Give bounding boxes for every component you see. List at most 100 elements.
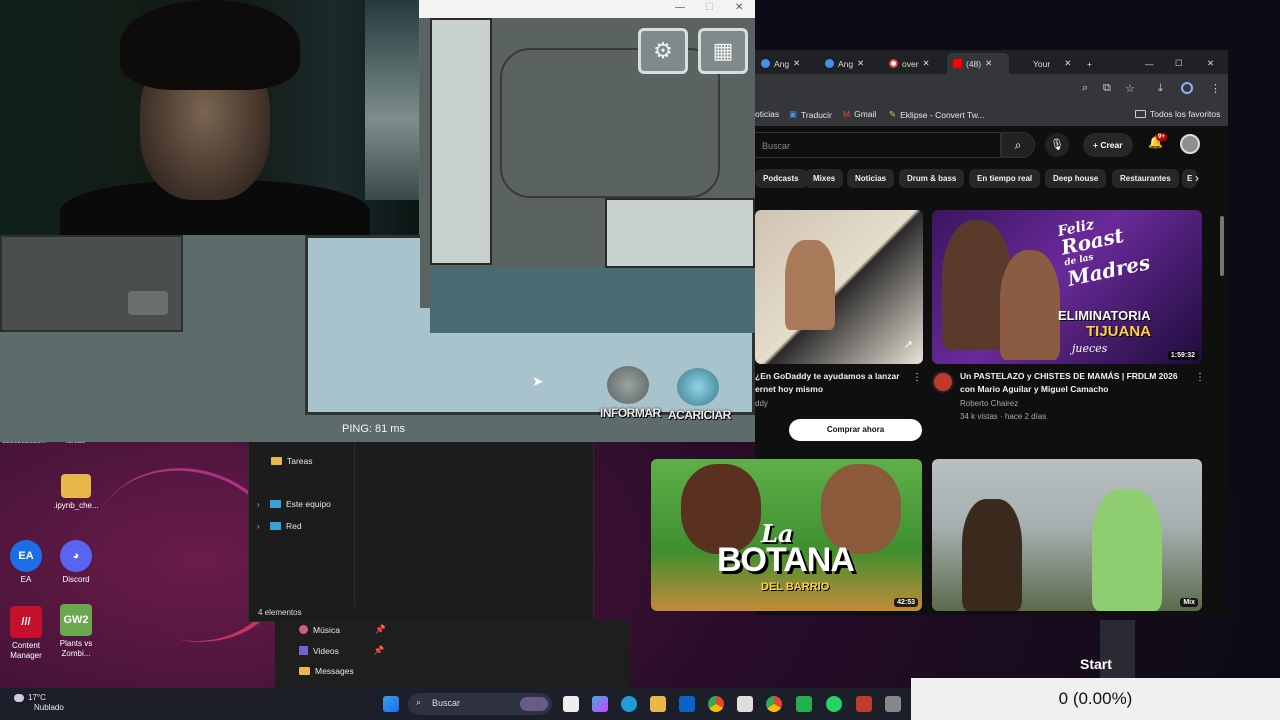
star-icon[interactable]: ☆ — [1125, 82, 1135, 95]
avatar[interactable] — [1180, 134, 1200, 154]
ipynb-folder-shortcut[interactable]: .ipynb_che... — [46, 474, 106, 511]
start-label: Start — [1080, 656, 1112, 672]
plants-vs-zombies-icon: GW2 — [60, 604, 92, 636]
tab-youtube-active[interactable]: (48) ✕ — [947, 53, 1009, 74]
search-icon: ⌕ — [416, 697, 422, 707]
video-title[interactable]: Un PASTELAZO y CHISTES DE MAMÁS | FRDLM … — [960, 370, 1188, 396]
tab-favicon — [825, 59, 834, 68]
plants-vs-zombies-shortcut[interactable]: GW2 Plants vs Zombi... — [46, 604, 106, 659]
more-options-icon[interactable]: ⋮ — [1195, 372, 1205, 383]
quick-item-messages[interactable]: Messages — [299, 666, 354, 676]
chip-en-tiempo-real[interactable]: En tiempo real — [969, 169, 1041, 188]
quick-item-videos[interactable]: Videos 📌 — [299, 645, 384, 656]
channel-avatar[interactable] — [932, 371, 954, 393]
chip-restaurantes[interactable]: Restaurantes — [1112, 169, 1179, 188]
chip-drum-bass[interactable]: Drum & bass — [899, 169, 965, 188]
chrome-profile-icon[interactable] — [766, 696, 782, 712]
map-button[interactable]: ▦ — [698, 28, 748, 74]
desktop-icon-label: Plants vs Zombi... — [59, 639, 93, 658]
tab-5[interactable]: Your ✕ — [1027, 53, 1077, 74]
video-duration: 42:53 — [894, 598, 918, 607]
video-title[interactable]: ¿En GoDaddy te ayudamos a lanzar ernet h… — [755, 370, 915, 396]
thumb-figure — [1092, 489, 1162, 611]
download-icon[interactable]: ⤓ — [1158, 82, 1163, 95]
chip-podcasts[interactable]: Podcasts — [755, 169, 807, 188]
bookmark-noticias[interactable]: oticias — [755, 109, 779, 119]
content-manager-icon: /// — [10, 606, 42, 638]
video-duration: 1:59:32 — [1167, 351, 1198, 360]
quick-item-musica[interactable]: Música 📌 — [299, 624, 386, 635]
close-icon[interactable]: ✕ — [793, 58, 800, 69]
bookmark-all-favorites[interactable]: Todos los favoritos — [1135, 109, 1220, 119]
gmail-icon: M — [843, 109, 851, 119]
outlook-icon[interactable] — [679, 696, 695, 712]
copilot-icon[interactable] — [592, 696, 608, 712]
task-view-icon[interactable] — [563, 696, 579, 712]
webcam-background-window — [365, 0, 419, 200]
google-icon — [889, 59, 898, 68]
create-button[interactable]: + Crear — [1083, 133, 1133, 157]
chevron-right-icon[interactable]: › — [1195, 171, 1199, 185]
close-icon[interactable]: ✕ — [985, 58, 992, 69]
nav-item-label: Tareas — [287, 456, 313, 466]
close-icon[interactable]: ✕ — [1064, 58, 1071, 69]
roast-judges: jueces — [1072, 342, 1108, 355]
nav-item-red[interactable]: › Red — [257, 521, 302, 531]
minimize-button[interactable]: — — [1139, 53, 1160, 74]
weather-widget[interactable]: 17°C Nublado — [14, 693, 64, 713]
minimize-button[interactable]: — — [675, 2, 685, 13]
video-thumbnail[interactable]: La BOTANA DEL BARRIO 42:53 — [651, 459, 922, 611]
report-button[interactable]: INFORMAR — [600, 366, 661, 420]
cast-icon[interactable]: ⧉ — [1103, 82, 1111, 95]
microphone-icon[interactable]: 🎙 — [1045, 133, 1069, 157]
app-icon[interactable] — [885, 696, 901, 712]
whatsapp-icon[interactable] — [826, 696, 842, 712]
nav-item-este-equipo[interactable]: › Este equipo — [257, 499, 331, 509]
video-thumbnail[interactable]: Mix — [932, 459, 1202, 611]
bookmark-gmail[interactable]: M Gmail — [843, 109, 876, 119]
maximize-button[interactable]: ☐ — [1169, 53, 1189, 74]
webcam-feed — [0, 0, 419, 235]
youtube-page: Buscar ⌕ 🎙 + Crear 🔔 9+ Podcasts Mixes N… — [651, 126, 1228, 615]
nav-item-tareas[interactable]: Tareas — [271, 456, 313, 466]
file-explorer-icon[interactable] — [650, 696, 666, 712]
video-thumbnail[interactable]: Feliz Roast de las Madres ELIMINATORIA T… — [932, 210, 1202, 364]
tab-label: Ang — [838, 58, 854, 69]
bookmark-traducir[interactable]: ▣ Traducir — [789, 109, 832, 120]
video-thumbnail[interactable]: ↗ — [755, 210, 923, 364]
search-icon[interactable]: ⌕ — [1001, 132, 1035, 158]
pet-button[interactable]: ACARICIAR — [668, 368, 731, 422]
chip-mixes[interactable]: Mixes — [805, 169, 844, 188]
buy-now-button[interactable]: Comprar ahora — [789, 419, 922, 441]
maximize-button[interactable]: ☐ — [705, 2, 714, 13]
discord-shortcut[interactable]: ◕ Discord — [46, 540, 106, 585]
zoom-icon[interactable]: ⌕ — [1082, 82, 1088, 95]
game-app-icon[interactable] — [796, 696, 812, 712]
chip-noticias[interactable]: Noticias — [847, 169, 895, 188]
taskbar-search[interactable]: ⌕ Buscar — [408, 693, 552, 715]
tab-2[interactable]: Ang ✕ — [819, 53, 870, 74]
new-tab-button[interactable]: + — [1081, 53, 1098, 74]
youtube-search-input[interactable]: Buscar — [755, 132, 1001, 158]
close-icon[interactable]: ✕ — [923, 58, 930, 69]
chip-deep-house[interactable]: Deep house — [1045, 169, 1107, 188]
bookmark-eklipse[interactable]: ✎ Eklipse - Convert Tw... — [889, 109, 985, 120]
bookmark-label: Gmail — [854, 109, 877, 119]
edge-icon[interactable] — [621, 696, 637, 712]
profile-icon[interactable] — [1181, 82, 1193, 94]
tab-1[interactable]: Ang ✕ — [755, 53, 806, 74]
close-button[interactable]: ✕ — [735, 2, 743, 13]
more-options-icon[interactable]: ⋮ — [912, 372, 922, 383]
create-label: Crear — [1100, 140, 1123, 150]
among-us-icon[interactable] — [856, 696, 872, 712]
chrome-icon[interactable] — [708, 696, 724, 712]
window-close-button[interactable]: ✕ — [1201, 53, 1220, 74]
menu-icon[interactable]: ⋮ — [1210, 82, 1221, 95]
settings-button[interactable]: ⚙ — [638, 28, 688, 74]
game-doorway — [430, 268, 755, 333]
scrollbar[interactable] — [1220, 216, 1224, 276]
store-icon[interactable] — [737, 696, 753, 712]
close-icon[interactable]: ✕ — [857, 58, 864, 69]
tab-3[interactable]: over ✕ — [883, 53, 936, 74]
windows-start-icon[interactable] — [383, 696, 399, 712]
